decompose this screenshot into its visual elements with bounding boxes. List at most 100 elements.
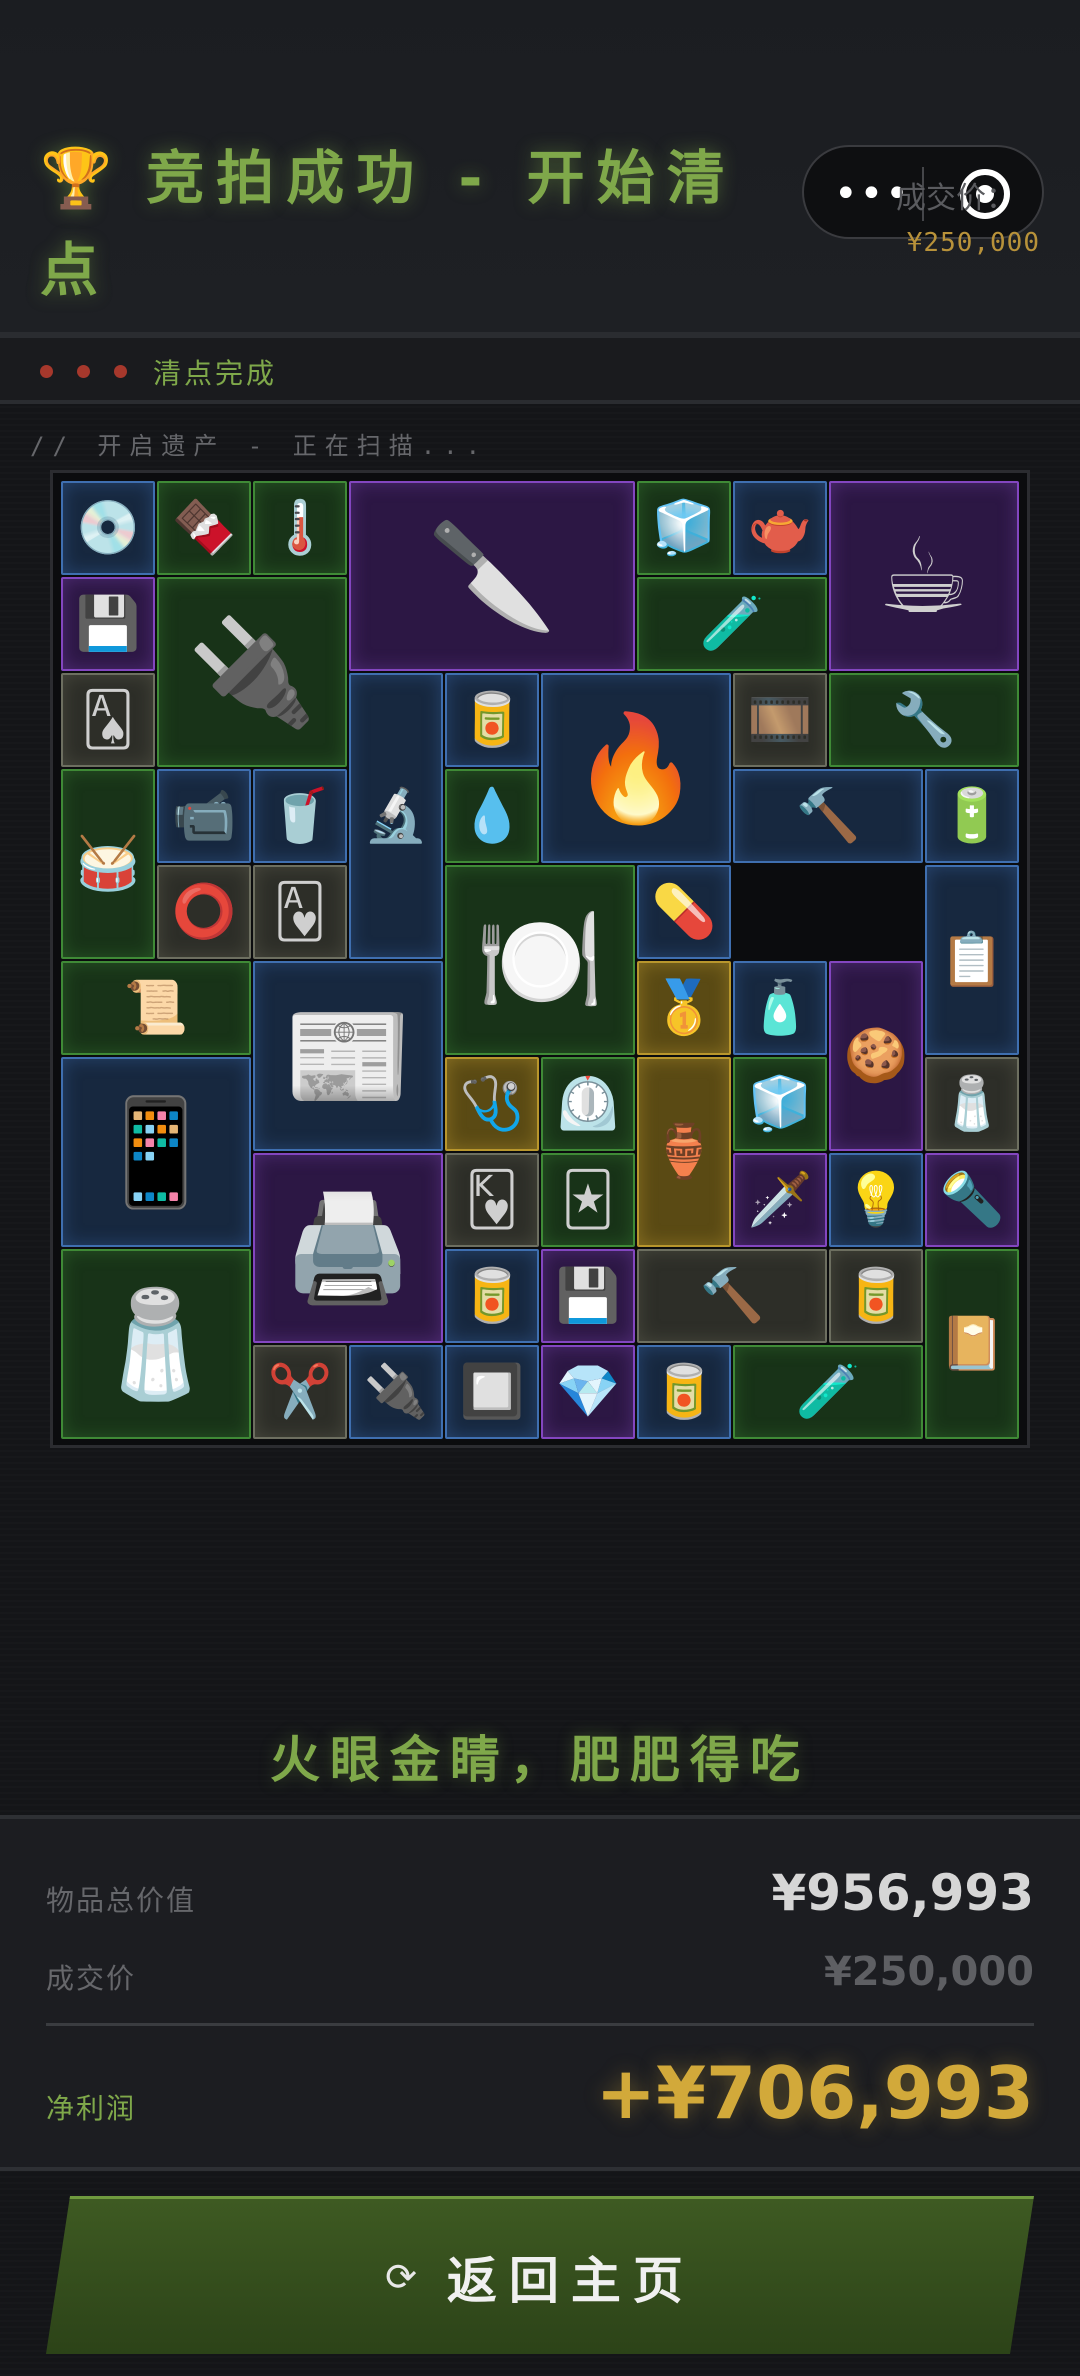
- loot-item-battery-cube[interactable]: 🔋: [925, 769, 1019, 863]
- loot-item-flashlight[interactable]: 🔦: [925, 1153, 1019, 1247]
- claw-hammer-icon: 🔨: [699, 1266, 765, 1326]
- loot-item-soda-can[interactable]: 🥤: [253, 769, 347, 863]
- cpu-cooler-2-icon: 🧊: [747, 1074, 813, 1134]
- loot-item-old-paper[interactable]: 📜: [61, 961, 251, 1055]
- iv-bag-icon: 💧: [459, 786, 525, 846]
- loot-item-gold-bar[interactable]: 🥇: [637, 961, 731, 1055]
- loot-item-memory-stick[interactable]: 💾: [61, 577, 155, 671]
- loot-item-earring[interactable]: 💎: [541, 1345, 635, 1439]
- loot-item-usb-drive[interactable]: 🔌: [349, 1345, 443, 1439]
- tea-tin-icon: 🫖: [747, 498, 813, 558]
- loot-item-medicine-bottle[interactable]: 🧴: [733, 961, 827, 1055]
- playing-card-icon: 🂡: [81, 690, 135, 750]
- loot-item-tape-roll[interactable]: ⭕: [157, 865, 251, 959]
- glass-vase-icon: 🏺: [651, 1122, 717, 1182]
- header: 🏆 竞拍成功 - 开始清点 ••• 成交价： ¥250,000: [0, 0, 1080, 332]
- loot-item-light-bulb-keychain[interactable]: 💡: [829, 1153, 923, 1247]
- memory-stick-icon: 💾: [75, 594, 141, 654]
- loot-item-tea-tin[interactable]: 🫖: [733, 481, 827, 575]
- loot-item-cpu-cooler[interactable]: 🧊: [637, 481, 731, 575]
- loot-item-power-supply[interactable]: 🔌: [157, 577, 347, 767]
- ration-pack-icon: 🥫: [459, 690, 525, 750]
- return-home-label: 返回主页: [446, 2251, 695, 2310]
- deal-price-value: ¥250,000: [823, 1949, 1034, 1995]
- ration-pack-2-icon: 🥫: [459, 1266, 525, 1326]
- loot-item-leather-journal[interactable]: 📔: [925, 1249, 1019, 1439]
- loot-item-microscope[interactable]: 🔬: [349, 673, 443, 959]
- loot-item-djembe-drum[interactable]: 🥁: [61, 769, 155, 959]
- loot-item-glass-vase[interactable]: 🏺: [637, 1057, 731, 1247]
- loot-item-snack-bar[interactable]: 🍫: [157, 481, 251, 575]
- pressure-gauge-icon: ⏲️: [555, 1074, 621, 1134]
- earring-icon: 💎: [555, 1362, 621, 1422]
- decorative-plate-icon: 🍽️: [475, 899, 605, 1021]
- loot-item-game-disc[interactable]: 💿: [61, 481, 155, 575]
- loot-item-gingerbread-man[interactable]: 🍪: [829, 961, 923, 1151]
- loot-item-camping-stove[interactable]: 🔥: [541, 673, 731, 863]
- summary-divider: [46, 2023, 1034, 2026]
- loot-item-scissors[interactable]: ✂️: [253, 1345, 347, 1439]
- loot-item-pill-strip[interactable]: 💊: [637, 865, 731, 959]
- loot-item-spice-rack[interactable]: 🧂: [61, 1249, 251, 1439]
- loot-item-iv-bag[interactable]: 💧: [445, 769, 539, 863]
- loot-item-metal-rod-2[interactable]: 🧪: [733, 1345, 923, 1439]
- loot-item-duct-tape[interactable]: 🎞️: [733, 673, 827, 767]
- ration-pack-3-icon: 🥫: [651, 1362, 717, 1422]
- loot-item-memory-stick-2[interactable]: 💾: [541, 1249, 635, 1343]
- scan-status-text: // 开启遗产 - 正在扫描...: [30, 432, 489, 460]
- protein-tin-icon: 🥫: [843, 1266, 909, 1326]
- loot-item-tablet[interactable]: 📱: [61, 1057, 251, 1247]
- thermometer-gauge-icon: 🌡️: [267, 498, 333, 558]
- loot-item-pulse-oximeter[interactable]: 🩺: [445, 1057, 539, 1151]
- lab-shaker-icon: 🖨️: [283, 1187, 413, 1309]
- snack-bar-icon: 🍫: [171, 498, 237, 558]
- security-camera-icon: 📹: [171, 786, 237, 846]
- loot-item-hunting-knife[interactable]: 🔪: [349, 481, 635, 671]
- loot-item-pressure-gauge[interactable]: ⏲️: [541, 1057, 635, 1151]
- return-home-button[interactable]: ⟳ 返回主页: [46, 2196, 1034, 2354]
- page-title: 🏆 竞拍成功 - 开始清点: [40, 132, 740, 316]
- loot-item-confidential-file[interactable]: 📋: [925, 865, 1019, 1055]
- loot-item-security-camera[interactable]: 📹: [157, 769, 251, 863]
- loot-item-rotary-hammer[interactable]: 🔨: [733, 769, 923, 863]
- loot-item-metal-rod[interactable]: 🧪: [637, 577, 827, 671]
- old-paper-icon: 📜: [123, 978, 189, 1038]
- loot-item-protein-tin[interactable]: 🥫: [829, 1249, 923, 1343]
- loot-item-power-drill[interactable]: 🔧: [829, 673, 1019, 767]
- loot-item-ornate-dagger[interactable]: 🗡️: [733, 1153, 827, 1247]
- usb-drive-icon: 🔌: [363, 1362, 429, 1422]
- pepper-grinder-icon: 🧂: [939, 1074, 1005, 1134]
- loot-item-claw-hammer[interactable]: 🔨: [637, 1249, 827, 1343]
- rotary-hammer-icon: 🔨: [795, 786, 861, 846]
- loot-item-heart-card[interactable]: 🂱: [253, 865, 347, 959]
- loot-item-travel-adapter[interactable]: 🔲: [445, 1345, 539, 1439]
- coffee-machine-icon: ☕: [877, 515, 971, 637]
- total-value-label: 物品总价值: [46, 1884, 197, 1917]
- loot-item-ration-pack-3[interactable]: 🥫: [637, 1345, 731, 1439]
- loot-item-pepper-grinder[interactable]: 🧂: [925, 1057, 1019, 1151]
- medicine-bottle-icon: 🧴: [747, 978, 813, 1038]
- good-luck-card-icon: 🃏: [561, 1170, 615, 1230]
- fashion-magazine-icon: 📰: [283, 995, 413, 1117]
- loot-item-ration-pack[interactable]: 🥫: [445, 673, 539, 767]
- loot-item-thermometer-gauge[interactable]: 🌡️: [253, 481, 347, 575]
- loot-item-coffee-machine[interactable]: ☕: [829, 481, 1019, 671]
- loot-item-fashion-magazine[interactable]: 📰: [253, 961, 443, 1151]
- status-bar: 清点完成: [0, 338, 1080, 400]
- loot-item-playing-card[interactable]: 🂡: [61, 673, 155, 767]
- deal-price-value: ¥250,000: [906, 228, 1040, 258]
- gingerbread-man-icon: 🍪: [843, 1026, 909, 1086]
- total-value: ¥956,993: [771, 1864, 1034, 1922]
- battery-cube-icon: 🔋: [939, 786, 1005, 846]
- gold-bar-icon: 🥇: [651, 978, 717, 1038]
- loot-item-cpu-cooler-2[interactable]: 🧊: [733, 1057, 827, 1151]
- metal-rod-2-icon: 🧪: [795, 1362, 861, 1422]
- spice-rack-icon: 🧂: [91, 1283, 221, 1405]
- loot-item-ration-pack-2[interactable]: 🥫: [445, 1249, 539, 1343]
- loot-item-lab-shaker[interactable]: 🖨️: [253, 1153, 443, 1343]
- loot-item-good-luck-card[interactable]: 🃏: [541, 1153, 635, 1247]
- soda-can-icon: 🥤: [267, 786, 333, 846]
- loot-item-decorative-plate[interactable]: 🍽️: [445, 865, 635, 1055]
- status-divider: [0, 400, 1080, 404]
- loot-item-card-2[interactable]: 🂾: [445, 1153, 539, 1247]
